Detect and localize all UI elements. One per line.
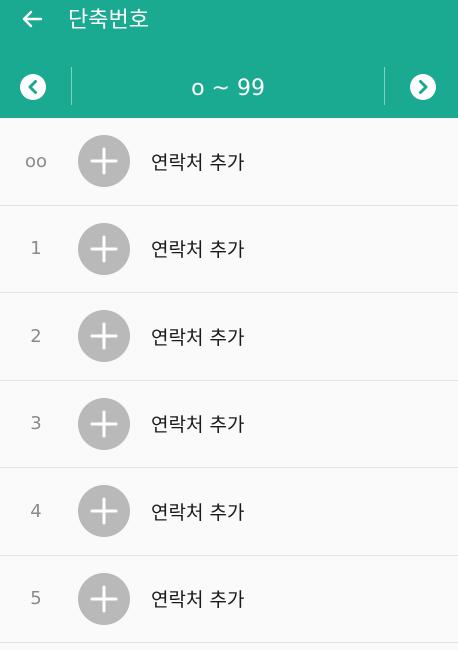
app-bar: 단축번호 o ~ 99 xyxy=(0,0,458,118)
plus-circle-icon[interactable] xyxy=(78,397,130,450)
list-item[interactable]: 5 연락처 추가 xyxy=(0,555,458,643)
chevron-right-circle-icon[interactable] xyxy=(410,74,436,100)
range-label: o ~ 99 xyxy=(191,76,265,101)
list-item[interactable]: 4 연락처 추가 xyxy=(0,468,458,556)
chevron-left-circle-icon[interactable] xyxy=(20,74,46,100)
add-contact-label: 연락처 추가 xyxy=(151,501,245,524)
speed-dial-number: 1 xyxy=(30,238,42,259)
plus-circle-icon[interactable] xyxy=(78,222,130,275)
list-item[interactable]: oo 연락처 추가 xyxy=(0,118,458,206)
page-title: 단축번호 xyxy=(68,8,149,33)
speed-dial-list: oo 연락처 추가 1 연락처 추가 2 연락처 추가 3 연락처 추가 4 연… xyxy=(0,118,458,643)
plus-circle-icon[interactable] xyxy=(78,572,130,625)
speed-dial-number: oo xyxy=(24,150,48,172)
add-contact-label: 연락처 추가 xyxy=(151,326,245,349)
speed-dial-number: 4 xyxy=(30,500,42,522)
plus-circle-icon[interactable] xyxy=(78,310,130,362)
plus-circle-icon[interactable] xyxy=(78,485,130,537)
speed-dial-number: 5 xyxy=(30,588,42,609)
list-item[interactable]: 3 연락처 추가 xyxy=(0,380,458,468)
add-contact-label: 연락처 추가 xyxy=(151,239,245,261)
plus-circle-icon[interactable] xyxy=(78,135,130,187)
add-contact-label: 연락처 추가 xyxy=(151,414,245,436)
list-item[interactable]: 2 연락처 추가 xyxy=(0,293,458,381)
arrow-left-icon[interactable] xyxy=(20,7,44,31)
pager-divider-right xyxy=(384,67,385,105)
add-contact-label: 연락처 추가 xyxy=(151,151,245,174)
speed-dial-number: 3 xyxy=(30,413,42,434)
list-item[interactable]: 1 연락처 추가 xyxy=(0,205,458,293)
speed-dial-number: 2 xyxy=(30,325,42,347)
add-contact-label: 연락처 추가 xyxy=(151,589,245,611)
